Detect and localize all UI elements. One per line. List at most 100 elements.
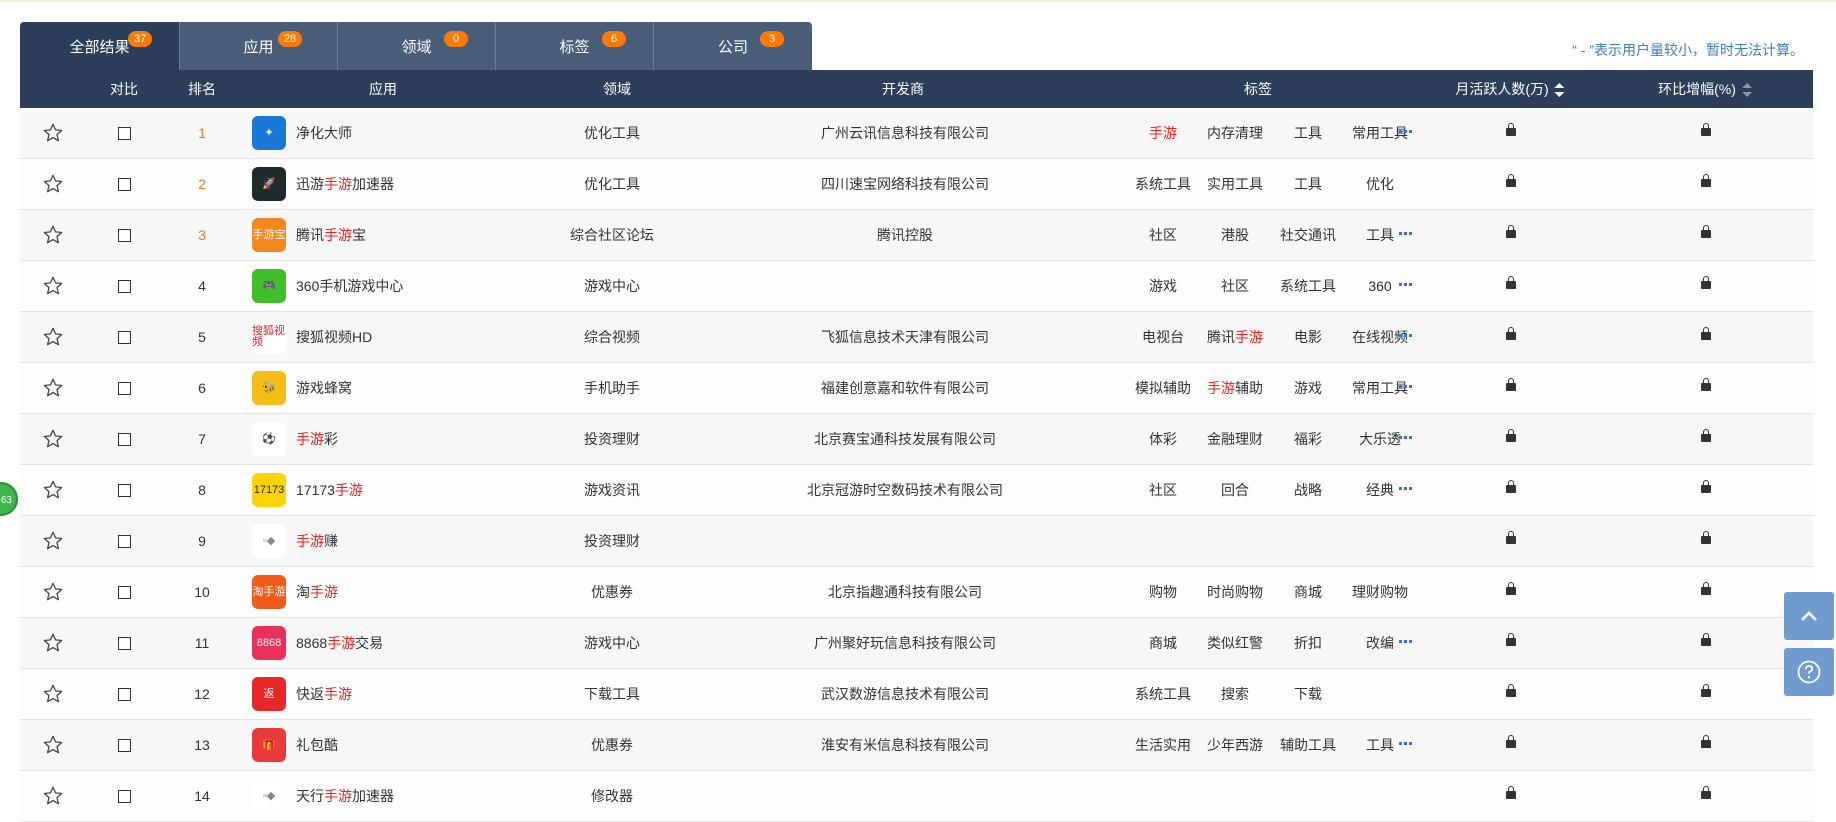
star-icon[interactable] bbox=[42, 581, 64, 603]
tag-link[interactable]: 手游 bbox=[1149, 108, 1177, 158]
developer-link[interactable]: 淮安有米信息科技有限公司 bbox=[821, 720, 989, 770]
compare-checkbox[interactable] bbox=[118, 433, 131, 446]
compare-checkbox[interactable] bbox=[118, 382, 131, 395]
compare-checkbox[interactable] bbox=[118, 586, 131, 599]
app-name-link[interactable]: 迅游手游加速器 bbox=[296, 159, 394, 209]
compare-checkbox[interactable] bbox=[118, 178, 131, 191]
app-icon[interactable]: 🐝 bbox=[252, 371, 286, 405]
star-icon[interactable] bbox=[42, 377, 64, 399]
app-name-link[interactable]: 8868手游交易 bbox=[296, 618, 383, 668]
star-icon[interactable] bbox=[42, 122, 64, 144]
tag-link[interactable]: 工具 bbox=[1366, 720, 1394, 770]
domain-link[interactable]: 游戏中心 bbox=[584, 618, 640, 668]
tag-link[interactable]: 实用工具 bbox=[1207, 159, 1263, 209]
tab-apps[interactable]: 应用 28 bbox=[180, 22, 338, 70]
tag-link[interactable]: 优化 bbox=[1366, 159, 1394, 209]
compare-checkbox[interactable] bbox=[118, 280, 131, 293]
app-icon[interactable]: 手游宝 bbox=[252, 218, 286, 252]
more-tags-icon[interactable] bbox=[1399, 232, 1412, 235]
compare-checkbox[interactable] bbox=[118, 229, 131, 242]
app-name-link[interactable]: 快返手游 bbox=[296, 669, 352, 719]
star-icon[interactable] bbox=[42, 479, 64, 501]
floating-count-badge[interactable]: 63 bbox=[0, 482, 18, 516]
more-tags-icon[interactable] bbox=[1399, 742, 1412, 745]
more-tags-icon[interactable] bbox=[1399, 283, 1412, 286]
sort-icon[interactable] bbox=[1741, 83, 1752, 98]
star-icon[interactable] bbox=[42, 734, 64, 756]
more-tags-icon[interactable] bbox=[1399, 436, 1412, 439]
domain-link[interactable]: 综合视频 bbox=[584, 312, 640, 362]
app-name-link[interactable]: 净化大师 bbox=[296, 108, 352, 158]
tag-link[interactable]: 常用工具 bbox=[1352, 363, 1408, 413]
more-tags-icon[interactable] bbox=[1399, 487, 1412, 490]
tag-link[interactable]: 模拟辅助 bbox=[1135, 363, 1191, 413]
developer-link[interactable]: 武汉数游信息技术有限公司 bbox=[821, 669, 989, 719]
column-header-growth[interactable]: 环比增幅(%) bbox=[1658, 70, 1752, 108]
app-icon[interactable]: 17173 bbox=[252, 473, 286, 507]
app-name-link[interactable]: 手游彩 bbox=[296, 414, 338, 464]
app-icon[interactable]: ▫◆ bbox=[252, 779, 286, 813]
domain-link[interactable]: 优化工具 bbox=[584, 159, 640, 209]
tag-link[interactable]: 手游辅助 bbox=[1207, 363, 1263, 413]
tag-link[interactable]: 折扣 bbox=[1294, 618, 1322, 668]
tag-link[interactable]: 金融理财 bbox=[1207, 414, 1263, 464]
app-icon[interactable]: 搜狐视频 bbox=[252, 320, 286, 354]
compare-checkbox[interactable] bbox=[118, 535, 131, 548]
tag-link[interactable]: 社区 bbox=[1221, 261, 1249, 311]
app-icon[interactable]: 返 bbox=[252, 677, 286, 711]
developer-link[interactable]: 北京赛宝通科技发展有限公司 bbox=[814, 414, 996, 464]
tag-link[interactable]: 电影 bbox=[1294, 312, 1322, 362]
compare-checkbox[interactable] bbox=[118, 790, 131, 803]
star-icon[interactable] bbox=[42, 173, 64, 195]
tag-link[interactable]: 常用工具 bbox=[1352, 108, 1408, 158]
tag-link[interactable]: 工具 bbox=[1294, 159, 1322, 209]
tag-link[interactable]: 下载 bbox=[1294, 669, 1322, 719]
tag-link[interactable]: 少年西游 bbox=[1207, 720, 1263, 770]
domain-link[interactable]: 优惠券 bbox=[591, 567, 633, 617]
app-name-link[interactable]: 搜狐视频HD bbox=[296, 312, 372, 362]
compare-checkbox[interactable] bbox=[118, 331, 131, 344]
tag-link[interactable]: 时尚购物 bbox=[1207, 567, 1263, 617]
domain-link[interactable]: 游戏中心 bbox=[584, 261, 640, 311]
app-name-link[interactable]: 游戏蜂窝 bbox=[296, 363, 352, 413]
tag-link[interactable]: 社区 bbox=[1149, 465, 1177, 515]
tag-link[interactable]: 生活实用 bbox=[1135, 720, 1191, 770]
tag-link[interactable]: 大乐透 bbox=[1359, 414, 1401, 464]
developer-link[interactable]: 广州云讯信息科技有限公司 bbox=[821, 108, 989, 158]
tag-link[interactable]: 战略 bbox=[1294, 465, 1322, 515]
star-icon[interactable] bbox=[42, 530, 64, 552]
star-icon[interactable] bbox=[42, 275, 64, 297]
domain-link[interactable]: 综合社区论坛 bbox=[570, 210, 654, 260]
tag-link[interactable]: 改编 bbox=[1366, 618, 1394, 668]
tag-link[interactable]: 系统工具 bbox=[1280, 261, 1336, 311]
tag-link[interactable]: 搜索 bbox=[1221, 669, 1249, 719]
star-icon[interactable] bbox=[42, 428, 64, 450]
tag-link[interactable]: 福彩 bbox=[1294, 414, 1322, 464]
app-name-link[interactable]: 手游赚 bbox=[296, 516, 338, 566]
developer-link[interactable]: 北京冠游时空数码技术有限公司 bbox=[807, 465, 1003, 515]
domain-link[interactable]: 手机助手 bbox=[584, 363, 640, 413]
app-name-link[interactable]: 淘手游 bbox=[296, 567, 338, 617]
tag-link[interactable]: 商城 bbox=[1149, 618, 1177, 668]
compare-checkbox[interactable] bbox=[118, 484, 131, 497]
tab-tags[interactable]: 标签 6 bbox=[496, 22, 654, 70]
tab-companies[interactable]: 公司 3 bbox=[654, 22, 812, 70]
tag-link[interactable]: 在线视频 bbox=[1352, 312, 1408, 362]
tab-domains[interactable]: 领域 0 bbox=[338, 22, 496, 70]
domain-link[interactable]: 投资理财 bbox=[584, 414, 640, 464]
tag-link[interactable]: 工具 bbox=[1366, 210, 1394, 260]
app-icon[interactable]: 🚀 bbox=[252, 167, 286, 201]
app-name-link[interactable]: 腾讯手游宝 bbox=[296, 210, 366, 260]
developer-link[interactable]: 飞狐信息技术天津有限公司 bbox=[821, 312, 989, 362]
star-icon[interactable] bbox=[42, 632, 64, 654]
tag-link[interactable]: 商城 bbox=[1294, 567, 1322, 617]
developer-link[interactable]: 四川速宝网络科技有限公司 bbox=[821, 159, 989, 209]
app-name-link[interactable]: 天行手游加速器 bbox=[296, 771, 394, 821]
tag-link[interactable]: 系统工具 bbox=[1135, 159, 1191, 209]
tag-link[interactable]: 购物 bbox=[1149, 567, 1177, 617]
star-icon[interactable] bbox=[42, 326, 64, 348]
domain-link[interactable]: 优化工具 bbox=[584, 108, 640, 158]
developer-link[interactable]: 福建创意嘉和软件有限公司 bbox=[821, 363, 989, 413]
compare-checkbox[interactable] bbox=[118, 637, 131, 650]
tag-link[interactable]: 港股 bbox=[1221, 210, 1249, 260]
